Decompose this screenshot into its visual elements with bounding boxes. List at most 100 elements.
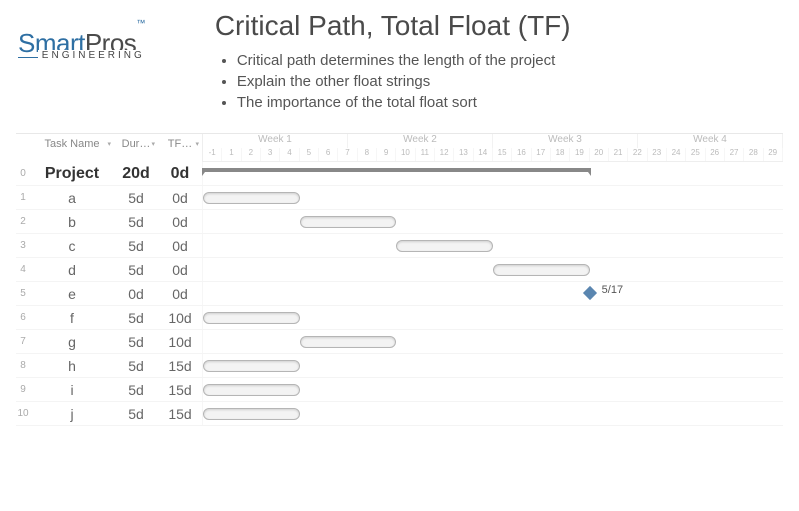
- row-number: 8: [16, 356, 30, 375]
- row-number: 1: [16, 188, 30, 207]
- task-dur-cell[interactable]: 5d: [114, 186, 158, 210]
- day-label: 27: [725, 148, 744, 161]
- task-row[interactable]: 5e0d0d5/17: [16, 282, 783, 306]
- gantt-bar[interactable]: [300, 216, 397, 228]
- gantt-cell[interactable]: [202, 210, 783, 233]
- summary-bar[interactable]: [203, 168, 590, 172]
- task-tf-cell[interactable]: 0d: [158, 210, 202, 234]
- task-name-cell[interactable]: e: [30, 282, 114, 306]
- task-dur-cell[interactable]: 5d: [114, 378, 158, 402]
- day-label: 4: [280, 148, 299, 161]
- gantt-cell[interactable]: [202, 234, 783, 257]
- row-number: 6: [16, 308, 30, 327]
- task-dur-cell[interactable]: 0d: [114, 282, 158, 306]
- task-tf-cell[interactable]: 0d: [158, 234, 202, 258]
- gantt-cell[interactable]: [202, 378, 783, 401]
- task-tf-cell[interactable]: 10d: [158, 330, 202, 354]
- task-name-cell[interactable]: d: [30, 258, 114, 282]
- day-label: 7: [338, 148, 357, 161]
- gantt-bar[interactable]: [396, 240, 493, 252]
- task-name-cell[interactable]: b: [30, 210, 114, 234]
- day-label: 17: [532, 148, 551, 161]
- bullet-item: Critical path determines the length of t…: [237, 52, 571, 69]
- task-name-cell[interactable]: j: [30, 402, 114, 426]
- task-dur-cell[interactable]: 20d: [114, 161, 158, 187]
- task-dur-cell[interactable]: 5d: [114, 354, 158, 378]
- gantt-cell[interactable]: [202, 258, 783, 281]
- task-dur-cell[interactable]: 5d: [114, 402, 158, 426]
- day-label: 14: [474, 148, 493, 161]
- gantt-bar[interactable]: [203, 312, 300, 324]
- task-dur-cell[interactable]: 5d: [114, 258, 158, 282]
- day-label: 3: [261, 148, 280, 161]
- task-name-cell[interactable]: g: [30, 330, 114, 354]
- dropdown-icon[interactable]: ▾: [151, 140, 155, 148]
- task-row[interactable]: 1a5d0d: [16, 186, 783, 210]
- task-name-cell[interactable]: c: [30, 234, 114, 258]
- task-row[interactable]: 10j5d15d: [16, 402, 783, 426]
- gantt-cell[interactable]: [202, 306, 783, 329]
- task-row[interactable]: 9i5d15d: [16, 378, 783, 402]
- bullet-item: Explain the other float strings: [237, 73, 571, 90]
- day-label: 24: [667, 148, 686, 161]
- task-dur-cell[interactable]: 5d: [114, 306, 158, 330]
- day-label: 15: [493, 148, 512, 161]
- gantt-cell[interactable]: [202, 186, 783, 209]
- week-label: Week 1: [203, 134, 348, 148]
- row-number: 5: [16, 284, 30, 303]
- dropdown-icon[interactable]: ▾: [107, 140, 111, 148]
- day-label: 12: [435, 148, 454, 161]
- day-label: 11: [416, 148, 435, 161]
- day-label: 13: [454, 148, 473, 161]
- task-dur-cell[interactable]: 5d: [114, 210, 158, 234]
- task-name-cell[interactable]: a: [30, 186, 114, 210]
- task-tf-cell[interactable]: 0d: [158, 258, 202, 282]
- task-tf-cell[interactable]: 15d: [158, 378, 202, 402]
- task-tf-cell[interactable]: 15d: [158, 354, 202, 378]
- week-row: Week 1Week 2Week 3Week 4: [203, 134, 783, 148]
- task-row[interactable]: 8h5d15d: [16, 354, 783, 378]
- task-row[interactable]: 7g5d10d: [16, 330, 783, 354]
- task-row[interactable]: 4d5d0d: [16, 258, 783, 282]
- gantt-bar[interactable]: [203, 384, 300, 396]
- task-name-cell[interactable]: Project: [30, 161, 114, 187]
- task-name-cell[interactable]: h: [30, 354, 114, 378]
- col-tf-header[interactable]: TF…▾: [158, 134, 202, 162]
- day-label: 16: [512, 148, 531, 161]
- task-tf-cell[interactable]: 0d: [158, 186, 202, 210]
- milestone-label: 5/17: [602, 284, 623, 296]
- gantt-cell[interactable]: [202, 354, 783, 377]
- task-row[interactable]: 0Project20d0d: [16, 162, 783, 186]
- gantt-cell[interactable]: [202, 330, 783, 353]
- week-label: Week 3: [493, 134, 638, 148]
- task-tf-cell[interactable]: 0d: [158, 161, 202, 187]
- gantt-bar[interactable]: [203, 360, 300, 372]
- gantt-cell[interactable]: 5/17: [202, 282, 783, 305]
- task-dur-cell[interactable]: 5d: [114, 234, 158, 258]
- task-row[interactable]: 6f5d10d: [16, 306, 783, 330]
- task-name-cell[interactable]: f: [30, 306, 114, 330]
- title-block: Critical Path, Total Float (TF) Critical…: [215, 10, 571, 115]
- task-row[interactable]: 3c5d0d: [16, 234, 783, 258]
- bullet-item: The importance of the total float sort: [237, 94, 571, 111]
- task-dur-cell[interactable]: 5d: [114, 330, 158, 354]
- gantt-bar[interactable]: [203, 408, 300, 420]
- col-name-header[interactable]: Task Name▾: [30, 134, 114, 162]
- gantt-bar[interactable]: [493, 264, 590, 276]
- row-number: 7: [16, 332, 30, 351]
- milestone-icon[interactable]: [583, 286, 597, 300]
- week-label: Week 2: [348, 134, 493, 148]
- task-tf-cell[interactable]: 15d: [158, 402, 202, 426]
- gantt-cell[interactable]: [202, 162, 783, 185]
- gantt-cell[interactable]: [202, 402, 783, 425]
- day-label: 20: [590, 148, 609, 161]
- dropdown-icon[interactable]: ▾: [195, 140, 199, 148]
- row-number: 10: [16, 404, 30, 423]
- gantt-bar[interactable]: [203, 192, 300, 204]
- task-tf-cell[interactable]: 0d: [158, 282, 202, 306]
- task-name-cell[interactable]: i: [30, 378, 114, 402]
- col-dur-header[interactable]: Dur…▾: [114, 134, 158, 162]
- gantt-bar[interactable]: [300, 336, 397, 348]
- task-row[interactable]: 2b5d0d: [16, 210, 783, 234]
- task-tf-cell[interactable]: 10d: [158, 306, 202, 330]
